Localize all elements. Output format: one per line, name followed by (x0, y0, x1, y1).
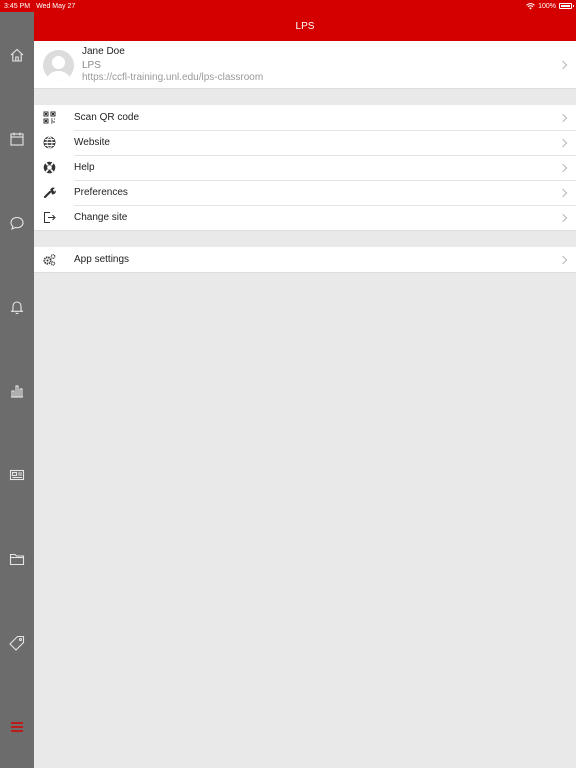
site-url: https://ccfl-training.unl.edu/lps-classr… (82, 72, 264, 83)
wifi-icon (526, 2, 535, 9)
sign-out-icon (43, 211, 56, 224)
status-bar: 3:45 PM Wed May 27 100% (0, 0, 576, 12)
folder-icon (9, 553, 25, 566)
sidebar-item-tags[interactable] (0, 628, 34, 658)
menu-icon (11, 722, 23, 732)
menu-item-scan-qr[interactable]: Scan QR code (34, 105, 576, 130)
sidebar-item-more[interactable] (0, 712, 34, 742)
chat-icon (10, 216, 24, 231)
cogs-icon (43, 253, 56, 266)
battery-icon (559, 3, 574, 9)
main-menu: Scan QR code Website Help Preferences Ch… (34, 105, 576, 231)
nav-header: LPS (34, 12, 576, 41)
avatar (43, 50, 74, 81)
menu-item-change-site[interactable]: Change site (34, 205, 576, 230)
main-content: Jane Doe LPS https://ccfl-training.unl.e… (34, 41, 576, 273)
chevron-right-icon (558, 213, 568, 222)
bell-icon (10, 301, 24, 315)
sidebar-item-news[interactable] (0, 460, 34, 490)
sidebar-item-notifications[interactable] (0, 292, 34, 322)
sidebar (0, 12, 34, 768)
sidebar-item-grades[interactable] (0, 376, 34, 406)
wrench-icon (43, 186, 56, 199)
lifebuoy-icon (43, 161, 56, 174)
calendar-icon (10, 132, 24, 146)
chevron-right-icon (558, 188, 568, 197)
tag-icon (9, 635, 25, 651)
settings-menu: App settings (34, 247, 576, 273)
menu-item-app-settings[interactable]: App settings (34, 247, 576, 272)
sidebar-item-messages[interactable] (0, 208, 34, 238)
status-date: Wed May 27 (36, 2, 76, 10)
status-time: 3:45 PM (4, 2, 31, 10)
chevron-right-icon (558, 255, 568, 264)
user-profile-row[interactable]: Jane Doe LPS https://ccfl-training.unl.e… (34, 41, 576, 89)
menu-item-label: App settings (74, 254, 130, 265)
page-title: LPS (295, 21, 315, 32)
sidebar-item-home[interactable] (0, 40, 34, 70)
user-name: Jane Doe (82, 46, 125, 57)
home-icon (10, 48, 24, 62)
globe-icon (43, 136, 56, 149)
sidebar-item-calendar[interactable] (0, 124, 34, 154)
chevron-right-icon (558, 138, 568, 147)
bar-chart-icon (11, 385, 23, 398)
qr-code-icon (43, 111, 56, 124)
news-icon (9, 469, 25, 481)
chevron-right-icon (558, 163, 568, 172)
menu-item-label: Scan QR code (74, 112, 140, 123)
menu-item-label: Change site (74, 212, 128, 223)
menu-item-label: Preferences (74, 187, 128, 198)
chevron-right-icon (558, 60, 568, 69)
menu-item-website[interactable]: Website (34, 130, 576, 155)
site-name: LPS (82, 60, 101, 71)
menu-item-label: Website (74, 137, 110, 148)
chevron-right-icon (558, 113, 568, 122)
menu-item-help[interactable]: Help (34, 155, 576, 180)
battery-percent: 100% (538, 2, 556, 10)
menu-item-preferences[interactable]: Preferences (34, 180, 576, 205)
menu-item-label: Help (74, 162, 95, 173)
sidebar-item-files[interactable] (0, 544, 34, 574)
